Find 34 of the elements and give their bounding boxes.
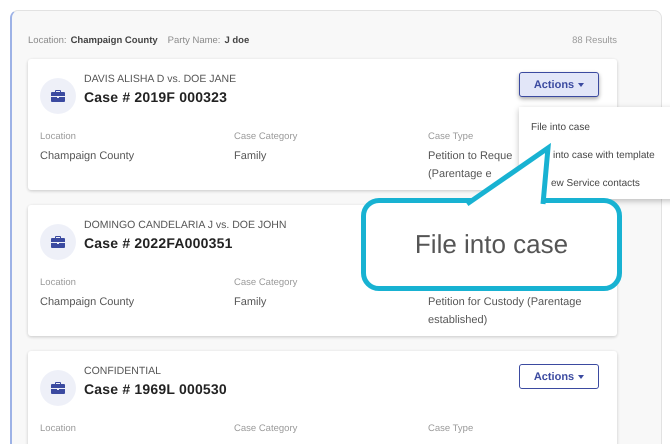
menu-item[interactable]: into case with template	[519, 146, 670, 165]
field-label: Location	[40, 131, 77, 142]
actions-button[interactable]: Actions	[519, 72, 599, 97]
field-label: Location	[40, 277, 77, 288]
field-label: Case Category	[234, 423, 298, 434]
results-count: 88 Results	[572, 35, 617, 46]
field-label: Case Category	[234, 277, 298, 288]
case-parties: DOMINGO CANDELARIA J vs. DOE JOHN	[84, 219, 286, 231]
case-number: Case # 1969L 000530	[84, 381, 227, 397]
briefcase-icon	[51, 90, 65, 102]
menu-item[interactable]: File into case	[519, 118, 670, 137]
field-value: Champaign County	[40, 149, 134, 164]
case-parties: CONFIDENTIAL	[84, 365, 162, 377]
caret-icon	[578, 374, 584, 378]
field-label: Case Type	[428, 131, 474, 142]
filter-value: J doe	[224, 35, 250, 46]
field-label: Location	[40, 423, 77, 434]
field-value: Family	[234, 295, 266, 310]
field-value: Petition to Reque (Parentage e	[428, 149, 512, 182]
caret-icon	[578, 82, 584, 86]
briefcase-icon	[51, 382, 65, 394]
case-number: Case # 2019F 000323	[84, 89, 228, 105]
field-label: Case Category	[234, 131, 298, 142]
field-value: Family	[234, 149, 266, 164]
field-label: Case Type	[428, 423, 474, 434]
briefcase-icon	[51, 236, 65, 248]
case-parties: DAVIS ALISHA D vs. DOE JANE	[84, 73, 236, 85]
filter-value: Champaign County	[70, 35, 158, 46]
case-number: Case # 2022FA000351	[84, 235, 234, 251]
filter-label: Party Name:	[168, 35, 220, 46]
filter-label: Location:	[28, 35, 67, 46]
field-value: Champaign County	[40, 295, 134, 310]
field-value: Petition for Custody (Parentage established)	[428, 295, 582, 328]
actions-button[interactable]: Actions	[519, 364, 599, 389]
